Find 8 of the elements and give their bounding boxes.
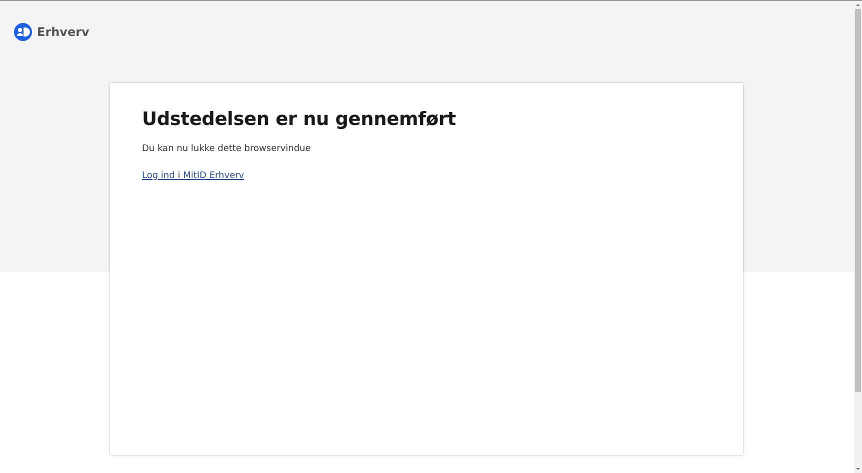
brand-logo-icon (14, 22, 32, 40)
scroll-up-icon[interactable] (854, 1, 862, 9)
login-link[interactable]: Log ind i MitID Erhverv (142, 171, 244, 181)
brand-name: Erhverv (37, 24, 90, 38)
scroll-down-icon[interactable] (854, 465, 862, 473)
scrollbar-thumb[interactable] (855, 9, 861, 392)
message-text: Du kan nu lukke dette browservindue (142, 144, 311, 154)
page-title: Udstedelsen er nu gennemført (142, 109, 456, 130)
